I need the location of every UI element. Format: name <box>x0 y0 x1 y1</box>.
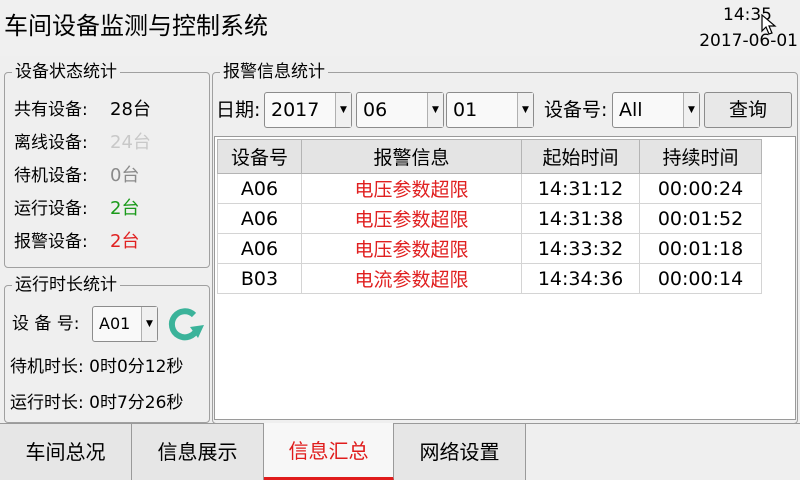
alarm-device-select[interactable]: All ▼ <box>612 92 700 128</box>
status-row-label: 待机设备: <box>14 166 88 186</box>
runtime-device-value: A01 <box>99 314 131 333</box>
col-duration: 持续时间 <box>639 139 762 174</box>
status-row-value: 2台 <box>110 198 140 219</box>
status-row-value: 28台 <box>110 99 151 120</box>
runtime-device-select[interactable]: A01 ▼ <box>92 306 158 342</box>
chevron-down-icon: ▼ <box>517 93 533 127</box>
year-value: 2017 <box>271 99 320 121</box>
device-status-legend: 设备状态统计 <box>12 62 120 82</box>
alarm-legend: 报警信息统计 <box>220 62 328 82</box>
cell-duration: 00:00:24 <box>639 173 762 204</box>
status-row-label: 离线设备: <box>14 133 88 153</box>
status-row-label: 运行设备: <box>14 199 88 219</box>
cell-device: A06 <box>217 203 302 234</box>
tab-info-summary[interactable]: 信息汇总 <box>264 423 394 480</box>
day-value: 01 <box>453 99 478 121</box>
cell-start-time: 14:31:38 <box>521 203 640 234</box>
standby-duration: 待机时长: 0时0分12秒 <box>10 357 184 377</box>
year-select[interactable]: 2017 ▼ <box>264 92 352 128</box>
cell-start-time: 14:31:12 <box>521 173 640 204</box>
alarm-device-value: All <box>619 99 643 121</box>
runtime-legend: 运行时长统计 <box>12 275 120 295</box>
chevron-down-icon: ▼ <box>335 93 351 127</box>
cell-duration: 00:01:18 <box>639 233 762 264</box>
cell-start-time: 14:34:36 <box>521 263 640 294</box>
mouse-cursor-icon <box>761 14 777 35</box>
cell-duration: 00:00:14 <box>639 263 762 294</box>
tab-network-settings[interactable]: 网络设置 <box>394 424 526 480</box>
alarm-device-label: 设备号: <box>544 99 608 121</box>
cell-alarm-info: 电压参数超限 <box>301 203 522 234</box>
tab-workshop-overview[interactable]: 车间总况 <box>0 424 132 480</box>
app-title: 车间设备监测与控制系统 <box>4 12 268 40</box>
tab-info-display[interactable]: 信息展示 <box>132 424 264 480</box>
cell-duration: 00:01:52 <box>639 203 762 234</box>
refresh-icon[interactable] <box>164 305 206 343</box>
header-bar: 车间设备监测与控制系统 14:35 2017-06-01 <box>0 0 800 56</box>
alarm-table-frame: 设备号 报警信息 起始时间 持续时间 A06 电压参数超限 14:31:12 00:0… <box>214 136 796 420</box>
chevron-down-icon: ▼ <box>683 93 699 127</box>
cell-alarm-info: 电压参数超限 <box>301 173 522 204</box>
chevron-down-icon: ▼ <box>141 307 157 341</box>
status-row-label: 共有设备: <box>14 100 88 120</box>
table-row[interactable]: B03 电流参数超限 14:34:36 00:00:14 <box>217 263 762 294</box>
date-label: 日期: <box>216 99 261 121</box>
col-device: 设备号 <box>217 139 302 174</box>
alarm-table-header: 设备号 报警信息 起始时间 持续时间 <box>217 139 762 174</box>
table-row[interactable]: A06 电压参数超限 14:31:38 00:01:52 <box>217 203 762 234</box>
status-row-value: 24台 <box>110 132 151 153</box>
query-button[interactable]: 查询 <box>704 92 792 128</box>
chevron-down-icon: ▼ <box>427 93 443 127</box>
status-row-value: 2台 <box>110 231 140 252</box>
cell-start-time: 14:33:32 <box>521 233 640 264</box>
cell-device: B03 <box>217 263 302 294</box>
cell-device: A06 <box>217 173 302 204</box>
cell-device: A06 <box>217 233 302 264</box>
running-duration: 运行时长: 0时7分26秒 <box>10 393 184 413</box>
clock-date: 2017-06-01 <box>699 31 798 51</box>
month-value: 06 <box>363 99 388 121</box>
alarm-table: 设备号 报警信息 起始时间 持续时间 A06 电压参数超限 14:31:12 00:0… <box>217 139 762 294</box>
cell-alarm-info: 电流参数超限 <box>301 263 522 294</box>
month-select[interactable]: 06 ▼ <box>356 92 444 128</box>
cell-alarm-info: 电压参数超限 <box>301 233 522 264</box>
day-select[interactable]: 01 ▼ <box>446 92 534 128</box>
status-row-label: 报警设备: <box>14 232 88 252</box>
col-start-time: 起始时间 <box>521 139 640 174</box>
table-row[interactable]: A06 电压参数超限 14:31:12 00:00:24 <box>217 173 762 204</box>
table-row[interactable]: A06 电压参数超限 14:33:32 00:01:18 <box>217 233 762 264</box>
bottom-tab-bar: 车间总况 信息展示 信息汇总 网络设置 <box>0 423 800 480</box>
status-row-value: 0台 <box>110 165 140 186</box>
runtime-device-label: 设 备 号: <box>12 314 80 334</box>
col-alarm-info: 报警信息 <box>301 139 522 174</box>
